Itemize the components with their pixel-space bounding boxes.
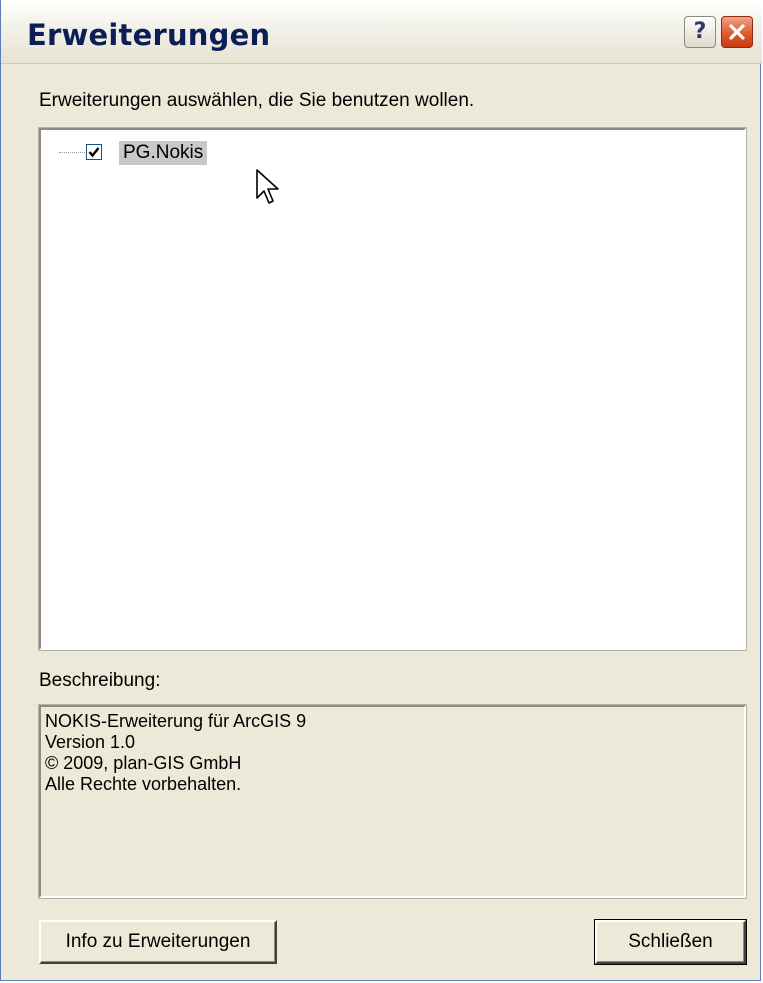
description-box: NOKIS-Erweiterung für ArcGIS 9 Version 1… bbox=[38, 704, 747, 899]
description-label: Beschreibung: bbox=[39, 670, 161, 691]
extension-checkbox[interactable] bbox=[86, 144, 102, 160]
extension-info-button-label: Info zu Erweiterungen bbox=[65, 931, 251, 952]
extensions-list[interactable]: PG.Nokis bbox=[38, 127, 747, 651]
list-item[interactable]: PG.Nokis bbox=[41, 138, 341, 166]
question-mark-icon: ? bbox=[693, 19, 707, 44]
window-title: Erweiterungen bbox=[27, 18, 271, 52]
description-line: NOKIS-Erweiterung für ArcGIS 9 bbox=[45, 711, 307, 731]
instruction-text: Erweiterungen auswählen, die Sie benutze… bbox=[39, 90, 475, 111]
mouse-cursor-icon bbox=[256, 169, 279, 204]
close-button-label: Schließen bbox=[628, 931, 713, 952]
close-window-button[interactable] bbox=[721, 16, 753, 48]
close-button[interactable]: Schließen bbox=[594, 919, 747, 965]
checkmark-icon bbox=[88, 147, 100, 158]
description-line: Version 1.0 bbox=[45, 732, 136, 752]
title-bar[interactable]: Erweiterungen ? bbox=[1, 0, 762, 64]
description-line: Alle Rechte vorbehalten. bbox=[45, 774, 242, 794]
extension-label[interactable]: PG.Nokis bbox=[119, 141, 208, 165]
extensions-dialog: Erweiterungen ? Erweiterungen auswählen,… bbox=[0, 0, 762, 981]
close-x-icon bbox=[729, 24, 745, 40]
extension-info-button[interactable]: Info zu Erweiterungen bbox=[39, 920, 277, 964]
description-line: © 2009, plan-GIS GmbH bbox=[45, 753, 242, 773]
help-button[interactable]: ? bbox=[684, 16, 716, 48]
tree-connector-line bbox=[59, 152, 85, 153]
